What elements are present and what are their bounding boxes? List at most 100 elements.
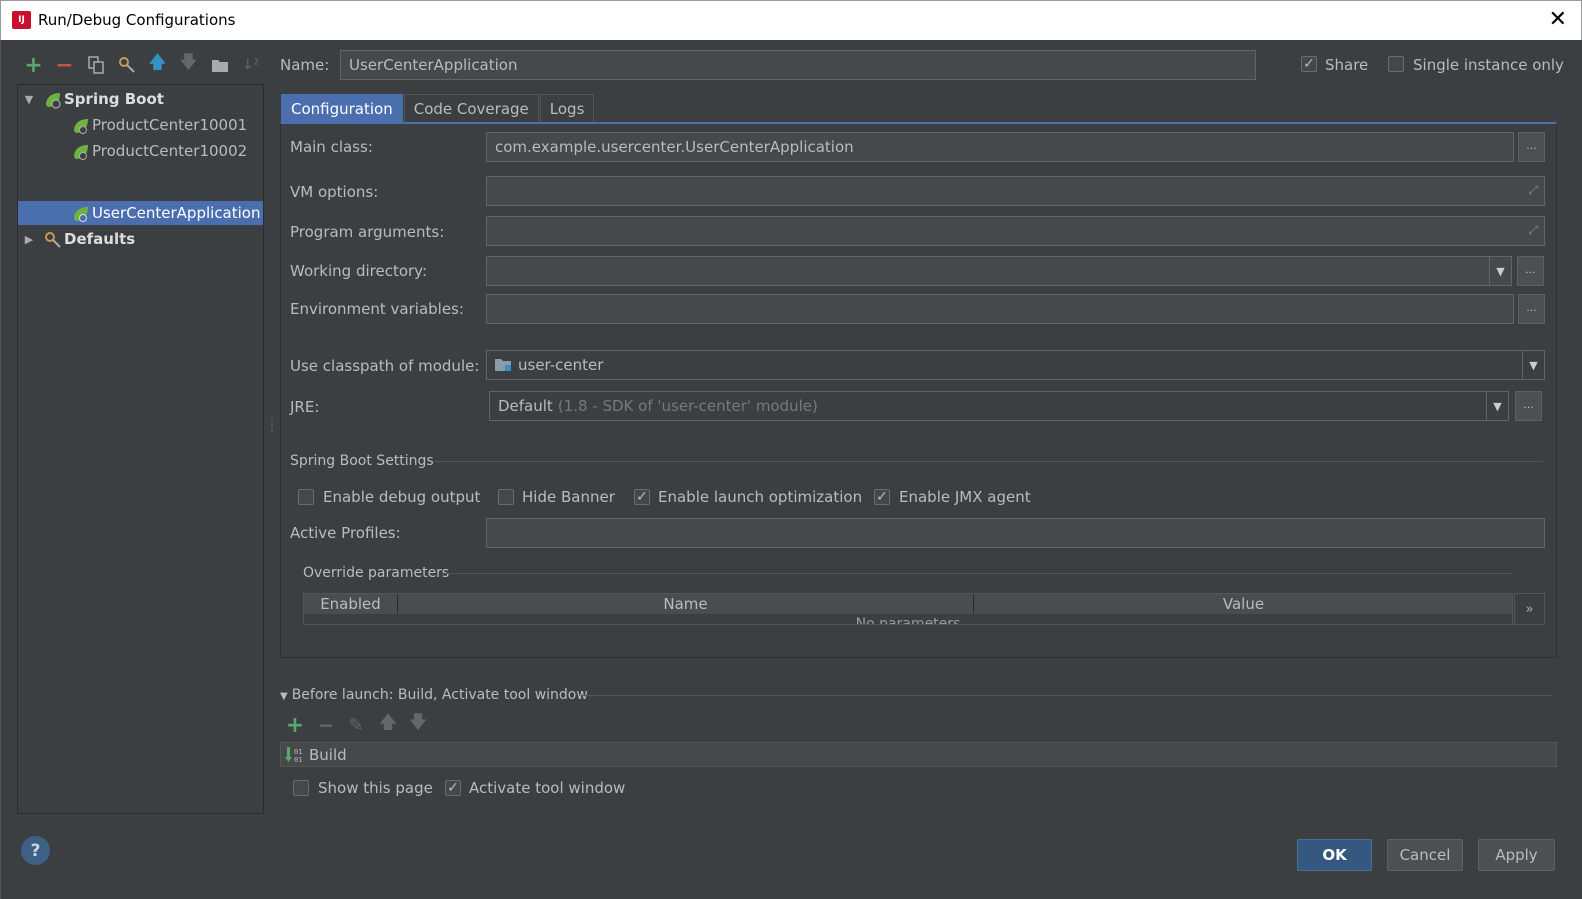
copy-icon[interactable]	[85, 55, 106, 76]
edit-defaults-icon[interactable]	[116, 55, 137, 76]
apply-button[interactable]: Apply	[1478, 839, 1555, 871]
close-icon[interactable]: ✕	[1549, 7, 1567, 32]
env-vars-field[interactable]	[486, 294, 1514, 324]
move-down-icon[interactable]: 🡇	[178, 52, 199, 76]
program-args-label: Program arguments:	[290, 223, 445, 241]
tree-item-productcenter10002[interactable]: ProductCenter10002	[18, 139, 263, 163]
build-icon: 01 01	[285, 746, 305, 764]
share-label: Share	[1325, 56, 1369, 74]
launch-optimization-label: Enable launch optimization	[658, 488, 863, 506]
tree-item-label: UserCenterApplication	[92, 204, 261, 222]
add-icon[interactable]: +	[23, 53, 44, 78]
launch-optimization-checkbox[interactable]: ✓	[634, 489, 650, 505]
override-parameters-table: Enabled Name Value No parameters	[303, 593, 1513, 625]
section-divider	[433, 461, 1543, 462]
tree-group-label: Spring Boot	[64, 90, 164, 108]
spring-boot-icon	[72, 205, 88, 222]
main-class-field[interactable]: com.example.usercenter.UserCenterApplica…	[486, 132, 1514, 162]
sort-icon[interactable]: ↓²	[240, 55, 261, 76]
debug-output-checkbox[interactable]	[298, 489, 314, 505]
svg-text:01: 01	[294, 748, 302, 756]
share-checkbox[interactable]: ✓	[1301, 56, 1317, 72]
activate-tool-window-label: Activate tool window	[469, 779, 626, 797]
help-icon[interactable]: ?	[21, 836, 50, 865]
jre-label: JRE:	[290, 398, 320, 416]
move-up-icon[interactable]: 🡅	[147, 52, 168, 76]
window-title: Run/Debug Configurations	[38, 11, 236, 29]
env-vars-browse-button[interactable]: ...	[1518, 294, 1545, 324]
run-debug-dialog: + − 🡅 🡇 ↓² ▼ Spring Boot ProductCenter10…	[0, 40, 1582, 899]
env-vars-label: Environment variables:	[290, 300, 464, 318]
debug-output-label: Enable debug output	[323, 488, 481, 506]
jre-select[interactable]: Default (1.8 - SDK of 'user-center' modu…	[489, 391, 1509, 421]
expand-icon[interactable]: ⤢	[1528, 223, 1538, 238]
column-header-value[interactable]: Value	[974, 594, 1512, 614]
edit-task-icon[interactable]: ✎	[346, 715, 366, 736]
show-page-label: Show this page	[318, 779, 433, 797]
name-field[interactable]: UserCenterApplication	[340, 50, 1256, 80]
jmx-agent-checkbox[interactable]: ✓	[874, 489, 890, 505]
working-dir-label: Working directory:	[290, 262, 428, 280]
svg-text:01: 01	[294, 756, 302, 764]
section-divider	[581, 695, 1553, 696]
move-task-down-icon[interactable]: 🡇	[408, 712, 428, 735]
spring-boot-settings-title: Spring Boot Settings	[290, 453, 434, 469]
tab-configuration[interactable]: Configuration	[281, 94, 403, 122]
chevron-down-icon[interactable]: ▼	[22, 93, 36, 106]
chevron-right-icon[interactable]: ▶	[22, 233, 36, 246]
active-profiles-label: Active Profiles:	[290, 524, 401, 542]
activate-tool-window-checkbox[interactable]: ✓	[445, 780, 461, 796]
cancel-button[interactable]: Cancel	[1387, 839, 1463, 871]
before-launch-header[interactable]: ▼ Before launch: Build, Activate tool win…	[280, 687, 588, 703]
remove-task-icon[interactable]: −	[316, 713, 336, 737]
working-dir-field[interactable]: ▼	[486, 256, 1512, 286]
single-instance-label: Single instance only	[1413, 56, 1564, 74]
vm-options-label: VM options:	[290, 183, 379, 201]
remove-icon[interactable]: −	[54, 53, 75, 78]
tree-item-usercenterapplication[interactable]: UserCenterApplication	[18, 201, 263, 225]
jre-browse-button[interactable]: ...	[1515, 391, 1542, 421]
classpath-value: user-center	[518, 356, 604, 374]
config-tabs: Configuration Code Coverage Logs	[281, 94, 595, 122]
tree-item-label: ProductCenter10001	[92, 116, 248, 134]
show-page-checkbox[interactable]	[293, 780, 309, 796]
main-class-browse-button[interactable]: ...	[1518, 132, 1545, 162]
splitter-handle[interactable]: ⋮ ⋮	[267, 418, 277, 444]
add-task-icon[interactable]: +	[285, 713, 305, 738]
tab-code-coverage[interactable]: Code Coverage	[403, 94, 539, 122]
build-label: Build	[309, 745, 347, 764]
classpath-select[interactable]: user-center ▼	[486, 350, 1545, 380]
tab-logs[interactable]: Logs	[539, 94, 595, 122]
column-header-name[interactable]: Name	[398, 594, 974, 614]
main-class-label: Main class:	[290, 138, 373, 156]
spring-boot-icon	[72, 143, 88, 160]
classpath-label: Use classpath of module:	[290, 357, 480, 375]
name-label: Name:	[280, 56, 330, 74]
more-options-button[interactable]: »	[1514, 593, 1545, 625]
active-profiles-field[interactable]	[486, 518, 1545, 548]
jre-hint: (1.8 - SDK of 'user-center' module)	[557, 397, 818, 415]
defaults-wrench-icon	[44, 231, 61, 248]
build-task-row[interactable]: 01 01 Build	[280, 742, 1557, 767]
working-dir-browse-button[interactable]: ...	[1517, 256, 1544, 286]
hide-banner-checkbox[interactable]	[498, 489, 514, 505]
dropdown-arrow-icon[interactable]: ▼	[1522, 350, 1544, 380]
ok-button[interactable]: OK	[1297, 839, 1372, 871]
expand-icon[interactable]: ⤢	[1528, 183, 1538, 198]
move-task-up-icon[interactable]: 🡅	[378, 712, 398, 735]
dropdown-arrow-icon[interactable]: ▼	[1486, 391, 1508, 421]
jre-value: Default	[498, 397, 553, 415]
spring-boot-icon	[44, 91, 61, 109]
vm-options-field[interactable]: ⤢	[486, 176, 1545, 206]
config-tree: ▼ Spring Boot ProductCenter10001 Product…	[17, 84, 264, 814]
program-args-field[interactable]: ⤢	[486, 216, 1545, 246]
tree-group-defaults[interactable]: ▶ Defaults	[18, 227, 263, 251]
single-instance-checkbox[interactable]	[1388, 56, 1404, 72]
tree-group-spring-boot[interactable]: ▼ Spring Boot	[18, 87, 263, 111]
dropdown-arrow-icon[interactable]: ▼	[1489, 256, 1511, 286]
chevron-down-icon[interactable]: ▼	[280, 691, 288, 702]
folder-icon[interactable]	[209, 55, 230, 76]
module-folder-icon	[495, 358, 513, 372]
tree-item-productcenter10001[interactable]: ProductCenter10001	[18, 113, 263, 137]
column-header-enabled[interactable]: Enabled	[304, 594, 398, 614]
